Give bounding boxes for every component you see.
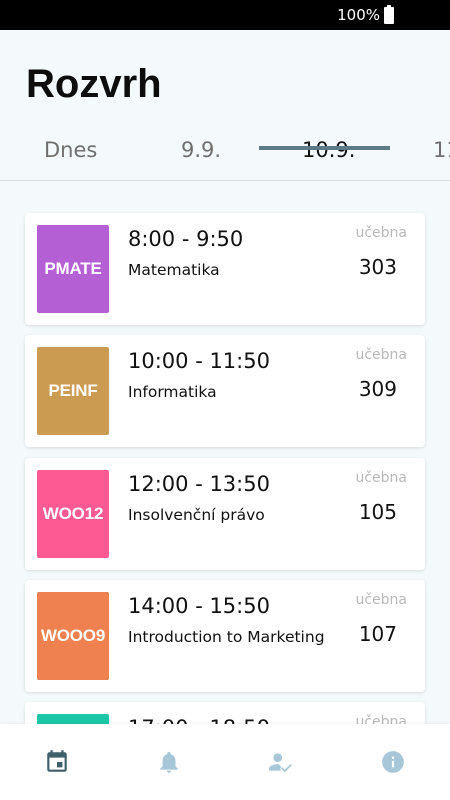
info-icon-shape [382, 751, 404, 773]
lesson-time: 14:00 - 15:50 [128, 594, 270, 618]
lesson-card[interactable]: PEINF 10:00 - 11:50 Informatika učebna 3… [25, 335, 425, 447]
lesson-time: 12:00 - 13:50 [128, 472, 270, 496]
battery-icon [384, 5, 394, 24]
room-label: učebna [355, 714, 407, 724]
room-number: 309 [358, 377, 397, 401]
lesson-time: 8:00 - 9:50 [128, 227, 244, 251]
room-label: učebna [355, 347, 407, 363]
active-tab-indicator [259, 146, 390, 150]
room-label: učebna [355, 470, 407, 486]
bottom-navigation [0, 724, 450, 800]
lesson-subject: Informatika [128, 383, 217, 401]
status-bar: 100% [0, 0, 450, 30]
lesson-card[interactable]: 17:00 - 18:50 učebna [25, 702, 425, 724]
room-label: učebna [355, 592, 407, 608]
calendar-icon-shape [47, 750, 67, 772]
calendar-icon[interactable] [43, 748, 71, 776]
lesson-subject: Insolvenční právo [128, 506, 265, 524]
room-number: 107 [358, 622, 397, 646]
course-code-badge: PEINF [37, 347, 109, 435]
lesson-card[interactable]: PMATE 8:00 - 9:50 Matematika učebna 303 [25, 213, 425, 325]
header: Rozvrh Dnes 9.9. 10.9. 11. [0, 30, 450, 180]
room-label: učebna [355, 225, 407, 241]
lesson-time: 17:00 - 18:50 [128, 716, 270, 724]
room-number: 303 [358, 255, 397, 279]
person-check-icon[interactable] [267, 748, 295, 776]
info-icon[interactable] [379, 748, 407, 776]
tab-day-1[interactable]: 9.9. [181, 138, 221, 162]
lesson-time: 10:00 - 11:50 [128, 349, 270, 373]
course-code-badge: WOO12 [37, 470, 109, 558]
lesson-subject: Introduction to Marketing [128, 628, 325, 646]
lesson-card[interactable]: WOOO9 14:00 - 15:50 Introduction to Mark… [25, 580, 425, 692]
day-tabs: Dnes 9.9. 10.9. 11. [0, 130, 450, 180]
person-check-icon-shape [269, 753, 292, 773]
lesson-list[interactable]: PMATE 8:00 - 9:50 Matematika učebna 303 … [0, 181, 450, 724]
bell-icon[interactable] [155, 748, 183, 776]
tab-today[interactable]: Dnes [44, 138, 97, 162]
battery-percentage: 100% [337, 6, 380, 24]
course-code-badge [37, 714, 109, 724]
room-number: 105 [358, 500, 397, 524]
page-title: Rozvrh [26, 62, 162, 106]
course-code-badge: PMATE [37, 225, 109, 313]
bell-icon-shape [160, 751, 178, 773]
lesson-subject: Matematika [128, 261, 220, 279]
lesson-card[interactable]: WOO12 12:00 - 13:50 Insolvenční právo uč… [25, 458, 425, 570]
tab-day-2[interactable]: 10.9. [302, 138, 355, 162]
course-code-badge: WOOO9 [37, 592, 109, 680]
tab-day-3[interactable]: 11. [433, 138, 450, 162]
